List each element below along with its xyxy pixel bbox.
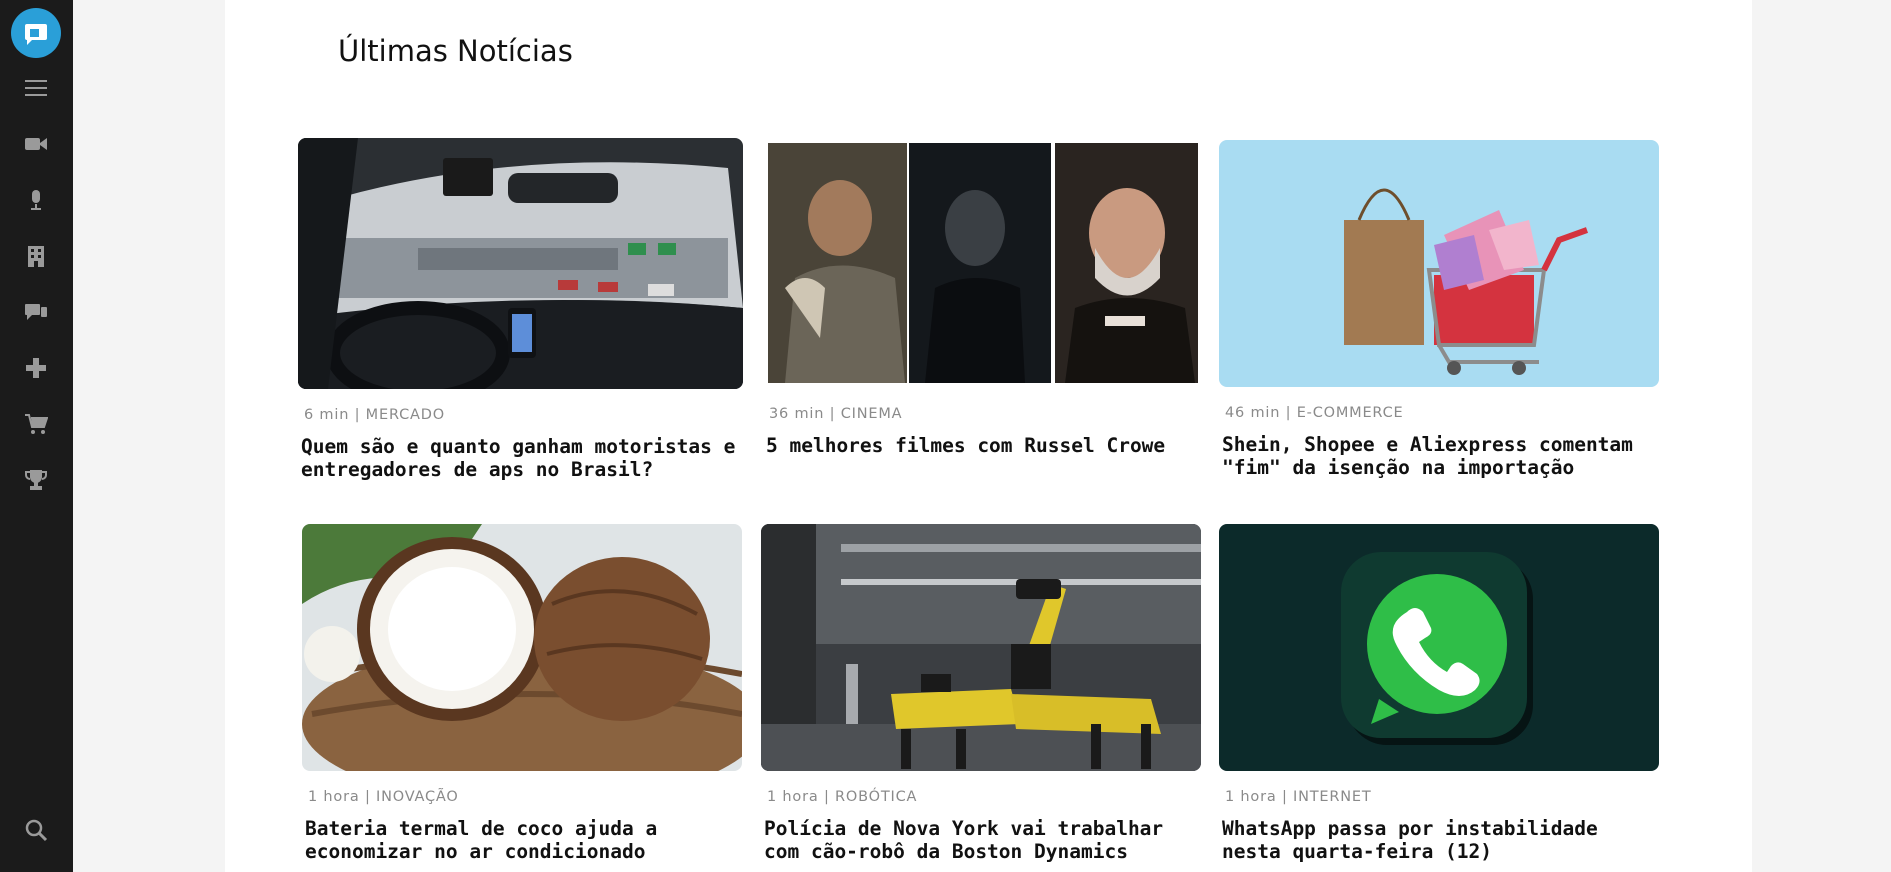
article-thumbnail[interactable] (765, 138, 1201, 388)
article-thumbnail[interactable] (302, 524, 742, 771)
microphone-icon[interactable] (20, 184, 52, 216)
article-meta: 1 hora | ROBÓTICA (767, 789, 918, 805)
plus-icon[interactable] (20, 352, 52, 384)
news-card[interactable]: 46 min | E-COMMERCE Shein, Shopee e Alie… (1219, 140, 1659, 479)
video-camera-icon[interactable] (20, 128, 52, 160)
logo-icon[interactable] (11, 8, 61, 58)
article-thumbnail[interactable] (298, 138, 743, 389)
article-title[interactable]: Bateria termal de coco ajuda a economiza… (305, 817, 742, 863)
sidebar (0, 0, 73, 872)
trophy-icon[interactable] (20, 464, 52, 496)
article-meta: 1 hora | INOVAÇÃO (308, 789, 459, 805)
news-card[interactable]: 1 hora | INTERNET WhatsApp passa por ins… (1219, 524, 1659, 863)
article-thumbnail[interactable] (1219, 524, 1659, 771)
article-title[interactable]: Polícia de Nova York vai trabalhar com c… (764, 817, 1201, 863)
shopping-cart-icon[interactable] (20, 408, 52, 440)
article-title[interactable]: WhatsApp passa por instabilidade nesta q… (1222, 817, 1659, 863)
article-title[interactable]: Shein, Shopee e Aliexpress comentam "fim… (1222, 433, 1659, 479)
menu-icon[interactable] (20, 72, 52, 104)
search-icon[interactable] (20, 814, 52, 846)
news-card[interactable]: 36 min | CINEMA 5 melhores filmes com Ru… (763, 138, 1201, 457)
chat-bubbles-icon[interactable] (20, 296, 52, 328)
article-thumbnail[interactable] (761, 524, 1201, 771)
article-meta: 46 min | E-COMMERCE (1225, 405, 1404, 421)
building-icon[interactable] (20, 240, 52, 272)
article-title[interactable]: 5 melhores filmes com Russel Crowe (766, 434, 1199, 457)
news-content: Últimas Notícias 6 min | MERCADO Quem sã… (225, 0, 1752, 872)
news-card[interactable]: 1 hora | ROBÓTICA Polícia de Nova York v… (761, 524, 1201, 863)
article-meta: 36 min | CINEMA (769, 406, 903, 422)
article-meta: 6 min | MERCADO (304, 407, 445, 423)
section-title: Últimas Notícias (338, 34, 573, 68)
article-thumbnail[interactable] (1219, 140, 1659, 387)
article-title[interactable]: Quem são e quanto ganham motoristas e en… (301, 435, 743, 481)
news-card[interactable]: 1 hora | INOVAÇÃO Bateria termal de coco… (302, 524, 742, 863)
news-card[interactable]: 6 min | MERCADO Quem são e quanto ganham… (298, 138, 743, 481)
article-meta: 1 hora | INTERNET (1225, 789, 1372, 805)
